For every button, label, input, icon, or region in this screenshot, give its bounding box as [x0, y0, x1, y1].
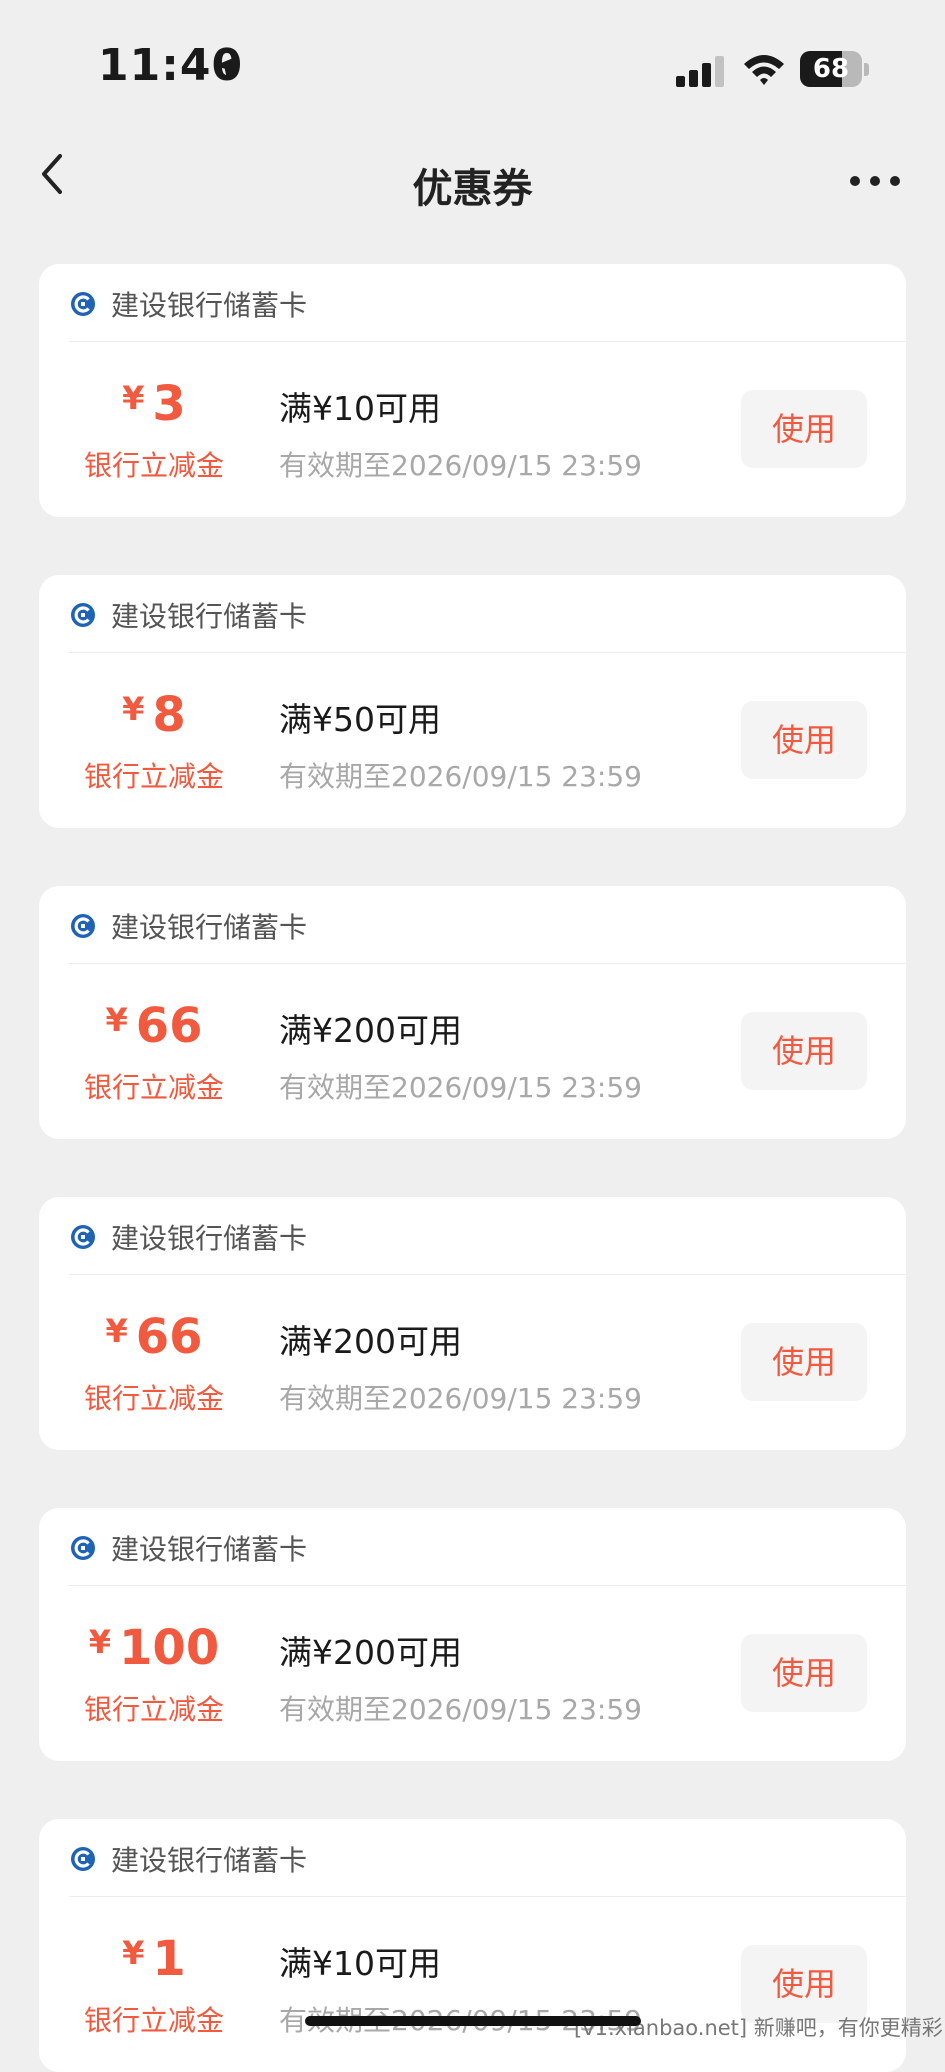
coupon-value: 1 — [152, 1931, 186, 1987]
coupon-currency: ¥ — [122, 690, 145, 728]
nav-bar: 优惠券 — [0, 130, 945, 240]
coupon-condition: 满¥200可用 — [279, 1011, 462, 1050]
coupon-divider — [69, 341, 906, 342]
use-coupon-button[interactable]: 使用 — [741, 1323, 867, 1401]
coupon-bank-row: 建设银行储蓄卡 — [39, 575, 906, 652]
coupon-bank-name: 建设银行储蓄卡 — [111, 1222, 308, 1255]
coupon-divider — [69, 1274, 906, 1275]
ccb-logo-icon — [71, 292, 95, 316]
coupon-amount: ¥1 — [39, 1931, 269, 1991]
coupon-type-label: 银行立减金 — [83, 760, 224, 793]
use-coupon-button[interactable]: 使用 — [741, 1012, 867, 1090]
coupon-type-label: 银行立减金 — [83, 2004, 224, 2037]
coupon-currency: ¥ — [105, 1001, 128, 1039]
ccb-logo-icon — [71, 1847, 95, 1871]
coupon-currency: ¥ — [122, 379, 145, 417]
coupon-bank-row: 建设银行储蓄卡 — [39, 1197, 906, 1274]
coupon-card[interactable]: 建设银行储蓄卡 ¥66 银行立减金 满¥200可用 有效期至2026/09/15… — [39, 1197, 906, 1450]
coupon-condition: 满¥200可用 — [279, 1322, 462, 1361]
coupon-validity: 有效期至2026/09/15 23:59 — [279, 449, 642, 482]
coupon-bank-row: 建设银行储蓄卡 — [39, 1819, 906, 1896]
coupon-currency: ¥ — [122, 1934, 145, 1972]
ccb-logo-icon — [71, 914, 95, 938]
coupon-bank-name: 建设银行储蓄卡 — [111, 1844, 308, 1877]
use-coupon-button[interactable]: 使用 — [741, 701, 867, 779]
coupon-validity: 有效期至2026/09/15 23:59 — [279, 1382, 642, 1415]
coupon-card[interactable]: 建设银行储蓄卡 ¥100 银行立减金 满¥200可用 有效期至2026/09/1… — [39, 1508, 906, 1761]
coupon-bank-name: 建设银行储蓄卡 — [111, 600, 308, 633]
battery-indicator: 68 — [800, 51, 862, 87]
coupon-value: 8 — [152, 687, 186, 743]
coupon-currency: ¥ — [88, 1623, 112, 1661]
coupon-type-label: 银行立减金 — [83, 1382, 224, 1415]
coupon-currency: ¥ — [105, 1312, 128, 1350]
coupon-bank-row: 建设银行储蓄卡 — [39, 1508, 906, 1585]
battery-tip — [864, 63, 869, 76]
use-coupon-button[interactable]: 使用 — [741, 1634, 867, 1712]
coupon-card[interactable]: 建设银行储蓄卡 ¥3 银行立减金 满¥10可用 有效期至2026/09/15 2… — [39, 264, 906, 517]
coupon-divider — [69, 652, 906, 653]
coupon-bank-row: 建设银行储蓄卡 — [39, 264, 906, 341]
coupon-card[interactable]: 建设银行储蓄卡 ¥66 银行立减金 满¥200可用 有效期至2026/09/15… — [39, 886, 906, 1139]
coupon-amount: ¥66 — [39, 1309, 269, 1369]
coupon-divider — [69, 1896, 906, 1897]
coupon-amount: ¥100 — [39, 1620, 269, 1680]
ccb-logo-icon — [71, 603, 95, 627]
coupon-amount: ¥8 — [39, 687, 269, 747]
coupon-condition: 满¥10可用 — [279, 1944, 441, 1983]
coupon-condition: 满¥200可用 — [279, 1633, 462, 1672]
home-indicator[interactable] — [305, 2016, 641, 2026]
coupon-value: 66 — [135, 998, 203, 1054]
coupon-amount: ¥66 — [39, 998, 269, 1058]
coupon-type-label: 银行立减金 — [83, 1693, 224, 1726]
coupon-divider — [69, 1585, 906, 1586]
coupon-card[interactable]: 建设银行储蓄卡 ¥8 银行立减金 满¥50可用 有效期至2026/09/15 2… — [39, 575, 906, 828]
battery-percent: 68 — [812, 54, 850, 84]
coupon-value: 100 — [119, 1620, 220, 1676]
coupon-condition: 满¥10可用 — [279, 389, 441, 428]
coupon-validity: 有效期至2026/09/15 23:59 — [279, 1071, 642, 1104]
coupon-bank-name: 建设银行储蓄卡 — [111, 289, 308, 322]
coupon-type-label: 银行立减金 — [83, 1071, 224, 1104]
status-bar: 11:40 68 — [0, 0, 945, 120]
coupon-validity: 有效期至2026/09/15 23:59 — [279, 760, 642, 793]
coupon-validity: 有效期至2026/09/15 23:59 — [279, 1693, 642, 1726]
coupon-value: 3 — [152, 376, 186, 432]
location-arrow-icon — [214, 56, 238, 80]
coupon-divider — [69, 963, 906, 964]
coupon-amount: ¥3 — [39, 376, 269, 436]
use-coupon-button[interactable]: 使用 — [741, 390, 867, 468]
more-dots-icon[interactable] — [850, 170, 902, 194]
coupon-bank-name: 建设银行储蓄卡 — [111, 1533, 308, 1566]
coupon-type-label: 银行立减金 — [83, 449, 224, 482]
cellular-signal-icon — [676, 56, 724, 87]
coupon-value: 66 — [135, 1309, 203, 1365]
ccb-logo-icon — [71, 1536, 95, 1560]
coupon-bank-name: 建设银行储蓄卡 — [111, 911, 308, 944]
coupon-condition: 满¥50可用 — [279, 700, 441, 739]
wifi-icon — [744, 55, 784, 85]
coupon-bank-row: 建设银行储蓄卡 — [39, 886, 906, 963]
page-title: 优惠券 — [412, 166, 533, 212]
ccb-logo-icon — [71, 1225, 95, 1249]
